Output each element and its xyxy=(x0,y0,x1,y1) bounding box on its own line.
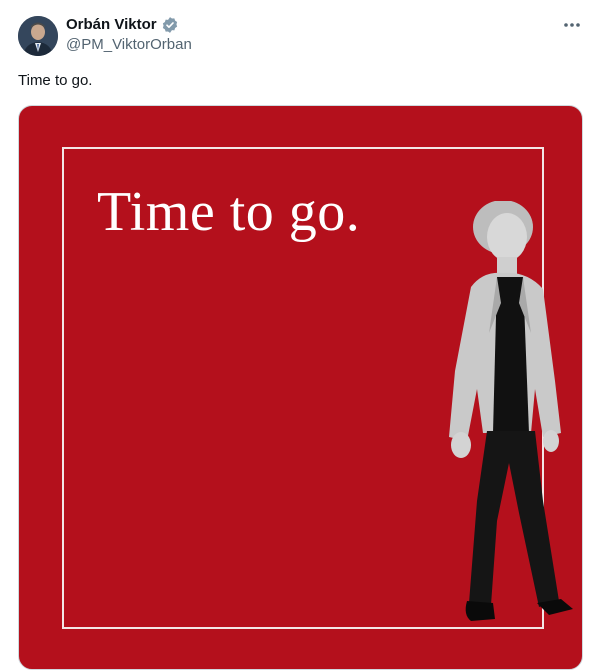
more-options-button[interactable] xyxy=(557,14,587,36)
more-options-icon xyxy=(564,23,580,27)
author-handle[interactable]: @PM_ViktorOrban xyxy=(66,35,192,55)
tweet-text: Time to go. xyxy=(18,72,93,89)
author-name-row: Orbán Viktor xyxy=(66,15,179,35)
author-display-name[interactable]: Orbán Viktor xyxy=(66,15,157,35)
tweet-media-image[interactable]: Time to go. xyxy=(18,105,583,670)
walking-woman-figure xyxy=(449,201,573,621)
user-avatar-icon xyxy=(18,16,58,56)
verified-badge-icon xyxy=(162,17,177,33)
image-headline: Time to go. xyxy=(97,181,361,243)
tweet-card: Orbán Viktor @PM_ViktorOrban Time to go.… xyxy=(0,0,601,672)
avatar[interactable] xyxy=(18,16,58,56)
